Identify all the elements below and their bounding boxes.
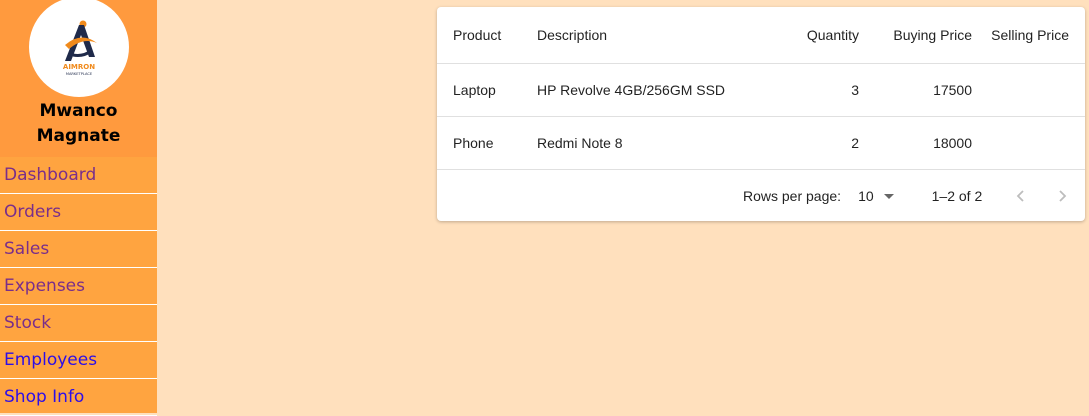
header-buying-price[interactable]: Buying Price (859, 7, 972, 64)
cell-quantity: 2 (757, 116, 859, 170)
nav-item-shop-info[interactable]: Shop Info (0, 379, 157, 416)
cell-buying-price: 18000 (859, 116, 972, 170)
previous-page-button[interactable] (1009, 184, 1033, 208)
nav-item-employees[interactable]: Employees (0, 342, 157, 379)
nav-item-orders[interactable]: Orders (0, 194, 157, 231)
table-pagination: Rows per page: 10 1–2 of 2 (437, 170, 1085, 221)
brand-name: Mwanco Magnate (36, 101, 121, 146)
sidebar: AIMRON MARKETPLACE Mwanco Magnate Dashbo… (0, 0, 157, 416)
rows-per-page-label: Rows per page: (743, 188, 842, 204)
nav-item-dashboard[interactable]: Dashboard (0, 157, 157, 194)
cell-description: HP Revolve 4GB/256GM SSD (537, 63, 757, 117)
cell-quantity: 3 (757, 63, 859, 117)
header-selling-price[interactable]: Selling Price (972, 7, 1085, 64)
header-product[interactable]: Product (437, 7, 537, 64)
table-row[interactable]: Laptop HP Revolve 4GB/256GM SSD 3 17500 (437, 63, 1085, 117)
header-quantity[interactable]: Quantity (757, 7, 859, 64)
logo-subtext: MARKETPLACE (65, 72, 92, 76)
header-description[interactable]: Description (537, 7, 757, 64)
nav-item-sales[interactable]: Sales (0, 231, 157, 268)
cell-description: Redmi Note 8 (537, 116, 757, 170)
sidebar-nav: Dashboard Orders Sales Expenses Stock Em… (0, 157, 157, 416)
table-header-row: Product Description Quantity Buying Pric… (437, 7, 1085, 64)
table-row[interactable]: Phone Redmi Note 8 2 18000 (437, 116, 1085, 170)
rows-per-page-value: 10 (858, 188, 874, 204)
caret-down-icon (883, 193, 894, 199)
chevron-right-icon (1059, 190, 1067, 202)
chevron-left-icon (1016, 190, 1024, 202)
logo-text: AIMRON (62, 63, 94, 71)
brand-header: AIMRON MARKETPLACE Mwanco Magnate (0, 0, 157, 157)
pagination-range: 1–2 of 2 (931, 188, 983, 204)
aimron-logo-icon: AIMRON MARKETPLACE (62, 20, 97, 76)
cell-product: Phone (437, 116, 537, 170)
products-table-card: Product Description Quantity Buying Pric… (437, 7, 1085, 221)
brand-logo[interactable]: AIMRON MARKETPLACE (28, 0, 129, 97)
rows-per-page-select[interactable]: 10 (858, 188, 894, 204)
next-page-button[interactable] (1050, 184, 1074, 208)
cell-selling-price (972, 63, 1085, 117)
nav-item-stock[interactable]: Stock (0, 305, 157, 342)
cell-selling-price (972, 116, 1085, 170)
cell-product: Laptop (437, 63, 537, 117)
cell-buying-price: 17500 (859, 63, 972, 117)
nav-item-expenses[interactable]: Expenses (0, 268, 157, 305)
products-table: Product Description Quantity Buying Pric… (437, 7, 1085, 170)
